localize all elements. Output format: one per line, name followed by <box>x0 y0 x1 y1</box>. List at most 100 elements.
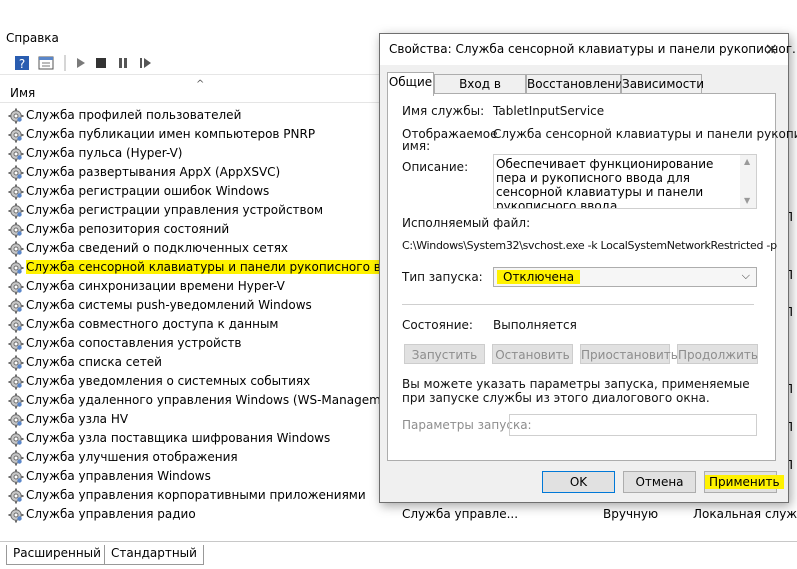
toolbar: ? <box>0 52 380 75</box>
play-icon[interactable] <box>72 55 88 71</box>
service-startup: Вручную <box>603 507 659 521</box>
service-name: Служба сопоставления устройств <box>26 336 242 350</box>
column-name-label: Имя <box>10 86 36 100</box>
status-label: Состояние: <box>402 318 473 332</box>
service-name: Служба сведений о подключенных сетях <box>26 241 289 255</box>
stop-icon[interactable] <box>93 55 109 71</box>
service-gear-icon <box>8 488 24 504</box>
params-input[interactable] <box>509 414 757 436</box>
apply-button[interactable]: Применить <box>704 471 784 493</box>
dialog-title: Свойства: Служба сенсорной клавиатуры и … <box>389 42 797 56</box>
description-box[interactable]: Обеспечивает функционирование пера и рук… <box>493 154 757 209</box>
chevron-down-icon: ⌵ <box>741 269 750 282</box>
description-label: Описание: <box>402 160 469 174</box>
table-row[interactable]: Служба управления радио Служба управле...… <box>0 505 797 524</box>
service-gear-icon <box>8 222 24 238</box>
sort-up-icon: ^ <box>196 79 205 90</box>
service-gear-icon <box>8 108 24 124</box>
service-gear-icon <box>8 260 24 276</box>
service-gear-icon <box>8 412 24 428</box>
view-icon[interactable] <box>38 55 54 71</box>
service-gear-icon <box>8 336 24 352</box>
svg-text:?: ? <box>19 57 25 71</box>
start-button[interactable]: Запустить <box>404 344 485 364</box>
service-name: Служба развертывания AppX (AppXSVC) <box>26 165 281 179</box>
service-gear-icon <box>8 507 24 523</box>
service-name: Служба управления радио <box>26 507 196 521</box>
service-gear-icon <box>8 241 24 257</box>
service-logon: Локальная служба <box>693 507 797 521</box>
list-column-header[interactable]: ^ Имя <box>0 79 380 103</box>
service-name-label: Имя службы: <box>402 104 485 118</box>
service-name: Служба пульса (Hyper-V) <box>26 146 183 160</box>
service-gear-icon <box>8 165 24 181</box>
service-name: Служба регистрации управления устройство… <box>26 203 323 217</box>
service-name: Служба управления Windows <box>26 469 211 483</box>
cancel-button[interactable]: Отмена <box>623 471 696 493</box>
service-name: Служба регистрации ошибок Windows <box>26 184 270 198</box>
general-panel: Имя службы: TabletInputService Отображае… <box>387 93 797 461</box>
service-gear-icon <box>8 184 24 200</box>
service-name: Служба профилей пользователей <box>26 108 242 122</box>
resume-icon[interactable] <box>137 55 153 71</box>
service-gear-icon <box>8 203 24 219</box>
service-gear-icon <box>8 469 24 485</box>
service-gear-icon <box>8 355 24 371</box>
startup-type-label: Тип запуска: <box>402 270 483 284</box>
service-gear-icon <box>8 374 24 390</box>
display-name-label-2: имя: <box>402 139 431 153</box>
dialog-tabs: Общие Вход в систему Восстановление Зави… <box>387 72 777 105</box>
startup-type-select[interactable]: Отключена ⌵ <box>493 267 757 287</box>
description-text: Обеспечивает функционирование пера и рук… <box>496 157 714 209</box>
tab-logon[interactable]: Вход в систему <box>434 74 526 105</box>
exe-label: Исполняемый файл: <box>402 216 531 230</box>
pause-icon[interactable] <box>115 55 131 71</box>
service-name: Служба сенсорной клавиатуры и панели рук… <box>26 260 411 274</box>
description-scrollbar[interactable]: ▲ ▼ <box>740 155 756 208</box>
service-gear-icon <box>8 127 24 143</box>
service-gear-icon <box>8 298 24 314</box>
scroll-up-icon: ▲ <box>744 157 751 166</box>
tab-extended[interactable]: Расширенный <box>6 545 108 565</box>
service-name: Служба списка сетей <box>26 355 162 369</box>
service-gear-icon <box>8 317 24 333</box>
exe-path: C:\Windows\System32\svchost.exe -k Local… <box>402 239 777 252</box>
service-name-value: TabletInputService <box>493 104 605 118</box>
menu-help[interactable]: Справка <box>6 31 59 45</box>
service-gear-icon <box>8 146 24 162</box>
tab-recovery[interactable]: Восстановление <box>526 74 630 95</box>
dialog-titlebar[interactable]: Свойства: Служба сенсорной клавиатуры и … <box>380 34 797 65</box>
stop-button[interactable]: Остановить <box>492 344 573 364</box>
apply-label: Применить <box>705 475 784 489</box>
help-icon[interactable]: ? <box>14 55 30 71</box>
service-name: Служба улучшения отображения <box>26 450 238 464</box>
service-name: Служба синхронизации времени Hyper-V <box>26 279 285 293</box>
view-tabs: Расширенный Стандартный <box>0 541 797 569</box>
startup-params-hint: Вы можете указать параметры запуска, при… <box>402 377 750 405</box>
properties-dialog: Свойства: Служба сенсорной клавиатуры и … <box>379 33 797 503</box>
divider <box>402 304 754 305</box>
toolbar-divider <box>64 55 66 71</box>
pause-button[interactable]: Приостановить <box>580 344 678 364</box>
tab-general[interactable]: Общие <box>387 72 434 96</box>
tab-dependencies[interactable]: Зависимости <box>621 74 704 95</box>
display-name-value[interactable]: Служба сенсорной клавиатуры и панели рук… <box>493 127 797 141</box>
status-value: Выполняется <box>493 318 577 332</box>
service-name: Служба системы push-уведомлений Windows <box>26 298 312 312</box>
resume-button[interactable]: Продолжить <box>677 344 758 364</box>
close-icon[interactable]: ✕ <box>765 40 778 59</box>
service-gear-icon <box>8 431 24 447</box>
scroll-down-icon: ▼ <box>744 196 751 205</box>
service-name: Служба публикации имен компьютеров PNRP <box>26 127 316 141</box>
service-gear-icon <box>8 279 24 295</box>
service-name: Служба уведомления о системных событиях <box>26 374 311 388</box>
service-description: Служба управле... <box>402 507 519 521</box>
startup-type-value: Отключена <box>497 270 581 284</box>
service-gear-icon <box>8 393 24 409</box>
service-name: Служба управления корпоративными приложе… <box>26 488 366 502</box>
tab-standard[interactable]: Стандартный <box>104 545 204 565</box>
ok-button[interactable]: OK <box>542 471 615 493</box>
service-name: Служба узла поставщика шифрования Window… <box>26 431 331 445</box>
service-name: Служба репозитория состояний <box>26 222 230 236</box>
service-name: Служба удаленного управления Windows (WS… <box>26 393 406 407</box>
